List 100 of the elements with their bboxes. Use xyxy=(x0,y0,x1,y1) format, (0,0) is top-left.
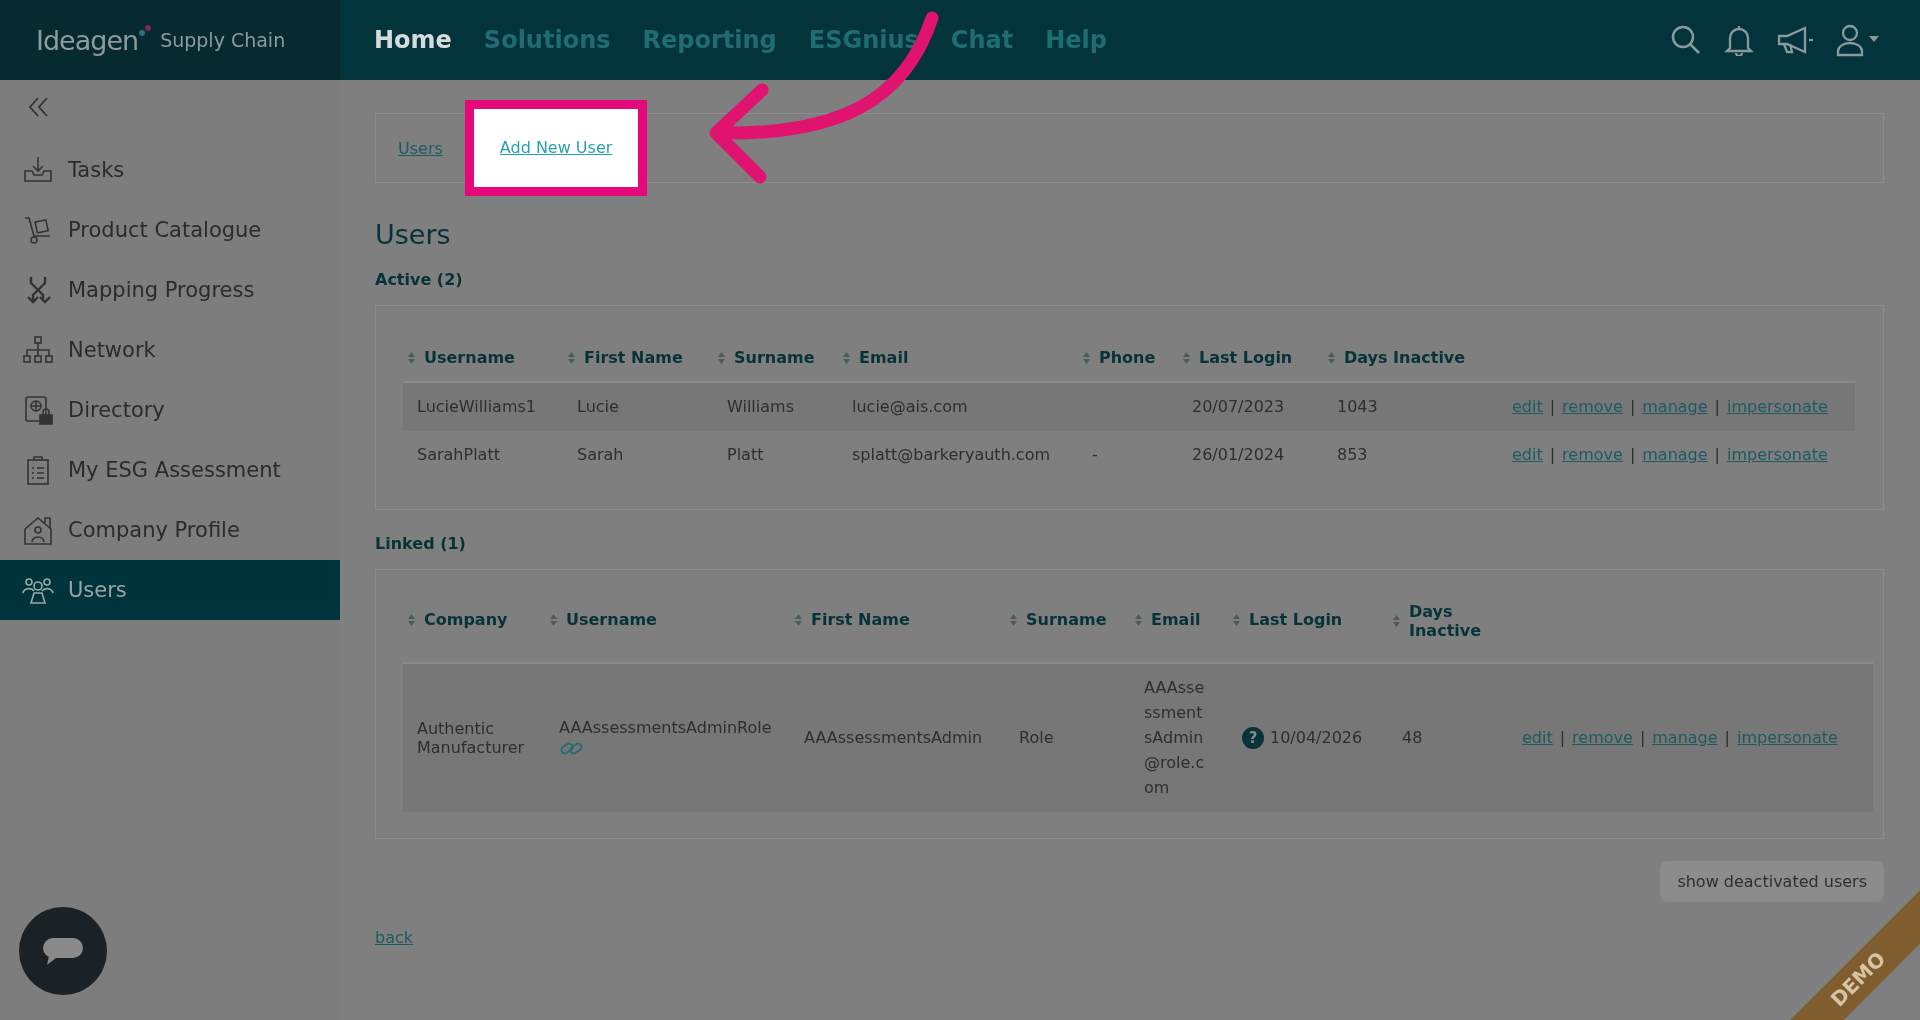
separator-text: | xyxy=(1629,397,1636,416)
sort-icon xyxy=(1327,350,1336,365)
section-heading: Linked (1) xyxy=(375,533,467,553)
separator-text: | xyxy=(1549,445,1556,464)
table-cell: Role xyxy=(1019,728,1054,747)
table-cell: AAAssessmentsAdminRole xyxy=(559,718,772,737)
sort-icon xyxy=(794,612,803,627)
breadcrumb-link[interactable]: Users xyxy=(398,138,443,158)
table-cell: Lucie xyxy=(577,397,619,416)
sidebar-item[interactable]: Tasks xyxy=(0,140,340,200)
table-cell: - xyxy=(1092,445,1098,464)
column-header[interactable]: Username xyxy=(545,587,790,663)
sort-icon xyxy=(1392,613,1401,628)
collapse-icon[interactable] xyxy=(27,96,51,118)
search-icon[interactable] xyxy=(1670,24,1702,56)
action-link[interactable]: edit xyxy=(1512,445,1543,464)
action-link[interactable]: manage xyxy=(1652,728,1718,747)
action-link[interactable]: impersonate xyxy=(1727,445,1828,464)
sort-icon xyxy=(1082,350,1091,365)
table-cell: SarahPlatt xyxy=(417,445,500,464)
sort-icon xyxy=(1182,350,1191,365)
action-link[interactable]: impersonate xyxy=(1727,397,1828,416)
table-cell: AAAssessmentsAdmin xyxy=(804,728,983,747)
separator-text: | xyxy=(1549,397,1556,416)
nav-link[interactable]: Chat xyxy=(950,26,1014,54)
nav-link[interactable]: Home xyxy=(374,26,452,54)
table-cell: 10/04/2026 xyxy=(1270,728,1363,747)
page-title: Users xyxy=(375,219,452,250)
table-cell: Platt xyxy=(727,445,764,464)
action-link[interactable]: edit xyxy=(1522,728,1553,747)
table-cell: splatt@barkeryauth.com xyxy=(852,445,1051,464)
nav-link[interactable]: ESGnius xyxy=(808,26,919,54)
separator-text: | xyxy=(1724,728,1730,747)
column-header[interactable]: Surname xyxy=(1005,587,1130,663)
column-header[interactable]: Company xyxy=(403,587,545,663)
brand-logo[interactable]: Ideagen xyxy=(36,24,139,56)
table-cell: 26/01/2024 xyxy=(1192,445,1285,464)
sort-icon xyxy=(842,350,851,365)
sort-icon xyxy=(407,350,416,365)
sidebar-item[interactable]: Users xyxy=(0,560,340,620)
sidebar-item[interactable]: My ESG Assessment xyxy=(0,440,340,500)
column-header[interactable]: Username xyxy=(403,336,563,382)
user-menu-icon[interactable] xyxy=(1836,23,1880,57)
action-link[interactable]: edit xyxy=(1512,397,1543,416)
column-header[interactable]: Last Login xyxy=(1228,587,1388,663)
help-icon[interactable]: ? xyxy=(1242,726,1264,749)
nav-link[interactable]: Solutions xyxy=(483,26,611,54)
back-link[interactable]: back xyxy=(375,927,414,947)
sort-icon xyxy=(1134,612,1143,627)
action-link[interactable]: manage xyxy=(1642,397,1708,416)
sort-icon xyxy=(567,350,576,365)
megaphone-icon[interactable] xyxy=(1776,25,1814,55)
bell-icon[interactable] xyxy=(1724,24,1754,56)
users-icon xyxy=(22,575,54,605)
nav-link[interactable]: Help xyxy=(1045,26,1107,54)
sort-icon xyxy=(717,350,726,365)
nav-link[interactable]: Reporting xyxy=(642,26,777,54)
book-lock-icon xyxy=(22,395,54,425)
action-link[interactable]: remove xyxy=(1562,445,1623,464)
action-link[interactable]: manage xyxy=(1642,445,1708,464)
column-header[interactable]: First Name xyxy=(790,587,1005,663)
column-header[interactable]: Last Login xyxy=(1178,336,1323,382)
sidebar-item[interactable]: Product Catalogue xyxy=(0,200,340,260)
table-cell-text: AAAssessmentsAdmin@role.com xyxy=(1144,677,1206,799)
column-header[interactable]: Days Inactive xyxy=(1323,336,1498,382)
separator-text: | xyxy=(1714,397,1720,416)
column-header[interactable]: Email xyxy=(838,336,1078,382)
table-cell: LucieWilliams1 xyxy=(417,397,536,416)
action-link[interactable]: remove xyxy=(1572,728,1633,747)
table-cell: 20/07/2023 xyxy=(1192,397,1285,416)
sidebar-item[interactable]: Directory xyxy=(0,380,340,440)
action-link[interactable]: remove xyxy=(1562,397,1623,416)
logo-dots-icon xyxy=(138,24,153,38)
breadcrumb-link[interactable]: Add New User xyxy=(464,100,648,196)
action-link[interactable]: impersonate xyxy=(1737,728,1838,747)
column-header[interactable]: Surname xyxy=(713,336,838,382)
column-header[interactable]: Phone xyxy=(1078,336,1178,382)
column-header[interactable]: First Name xyxy=(563,336,713,382)
table-cell: lucie@ais.com xyxy=(852,397,968,416)
sidebar-item[interactable]: Mapping Progress xyxy=(0,260,340,320)
product-name: Supply Chain xyxy=(160,29,286,51)
sort-icon xyxy=(407,612,416,627)
column-header[interactable]: Days Inactive xyxy=(1388,587,1508,663)
network-icon xyxy=(22,335,54,365)
section-heading: Active (2) xyxy=(375,270,464,289)
separator-text: | xyxy=(1639,728,1646,747)
tray-download-icon xyxy=(22,155,54,185)
table-cell: 1043 xyxy=(1337,397,1378,416)
sidebar-item[interactable]: Network xyxy=(0,320,340,380)
show-deactivated-button[interactable]: show deactivated users xyxy=(1660,860,1884,902)
table-cell: Authentic Manufacturer xyxy=(417,718,525,757)
separator-text: | xyxy=(1629,445,1636,464)
sort-icon xyxy=(1232,612,1241,627)
column-header[interactable]: Email xyxy=(1130,587,1228,663)
sidebar-item[interactable]: Company Profile xyxy=(0,500,340,560)
table-cell: Williams xyxy=(727,397,794,416)
sort-icon xyxy=(549,612,558,627)
separator-text: | xyxy=(1559,728,1566,747)
house-icon xyxy=(22,515,54,545)
sort-icon xyxy=(1009,612,1018,627)
